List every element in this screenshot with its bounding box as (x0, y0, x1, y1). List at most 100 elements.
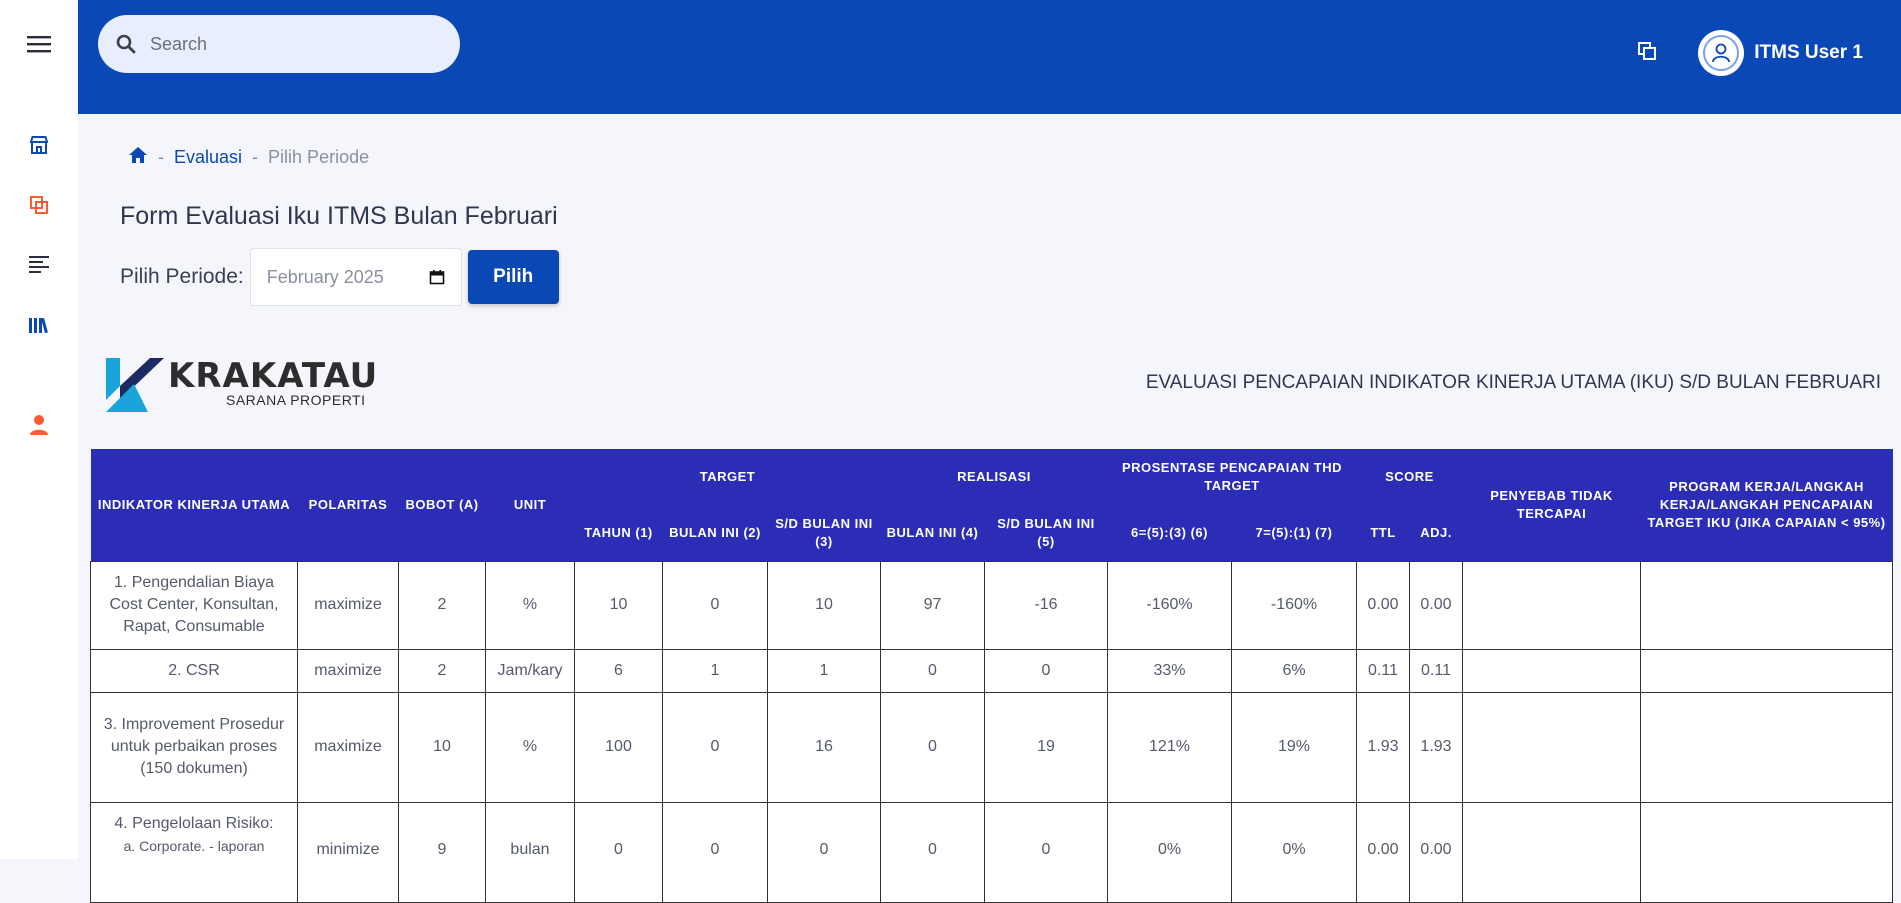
menu-icon[interactable] (25, 30, 53, 58)
th-realisasi-sd-bulan: S/D BULAN INI (5) (984, 505, 1108, 561)
cell-program[interactable] (1640, 691, 1893, 803)
cell-bobot: 2 (398, 560, 486, 650)
cell-score-ttl: 0.00 (1356, 560, 1410, 650)
periode-value: February 2025 (266, 266, 384, 287)
list-icon[interactable] (25, 250, 53, 278)
cell-score-ttl: 0.00 (1356, 801, 1410, 903)
th-score-ttl: TTL (1356, 505, 1410, 561)
home-icon[interactable] (128, 146, 148, 169)
th-target-bulan-ini: BULAN INI (2) (662, 505, 768, 561)
cell-unit: bulan (485, 801, 575, 903)
cell-realisasi-sd-bulan: 0 (984, 648, 1108, 693)
search-placeholder: Search (150, 33, 208, 54)
th-program: PROGRAM KERJA/LANGKAH KERJA/LANGKAH PENC… (1640, 449, 1893, 561)
cell-polaritas: maximize (297, 560, 399, 650)
th-target: TARGET (574, 449, 881, 505)
store-icon[interactable] (25, 131, 53, 159)
logo-sub-text: SARANA PROPERTI (226, 392, 366, 408)
th-target-sd-bulan: S/D BULAN INI (3) (767, 505, 881, 561)
breadcrumb: - Evaluasi - Pilih Periode (128, 146, 369, 169)
cell-penyebab[interactable] (1462, 648, 1641, 693)
cell-indikator: 3. Improvement Prosedur untuk perbaikan … (90, 691, 298, 803)
cell-tahun: 6 (574, 648, 663, 693)
sidebar (0, 0, 78, 859)
table-row: 4. Pengelolaan Risiko: a. Corporate. - l… (90, 801, 1893, 903)
th-score: SCORE (1356, 449, 1463, 505)
cell-bobot: 2 (398, 648, 486, 693)
cell-tahun: 100 (574, 691, 663, 803)
th-prosentase-7: 7=(5):(1) (7) (1231, 505, 1357, 561)
search-input[interactable]: Search (98, 15, 460, 73)
main-content: - Evaluasi - Pilih Periode Form Evaluasi… (78, 114, 1901, 903)
cell-bobot: 9 (398, 801, 486, 903)
cell-realisasi-bulan-ini: 97 (880, 560, 985, 650)
cell-bobot: 10 (398, 691, 486, 803)
library-icon[interactable] (25, 311, 53, 339)
username[interactable]: ITMS User 1 (1754, 42, 1863, 64)
cell-unit: % (485, 691, 575, 803)
cell-prosentase-6: 33% (1107, 648, 1232, 693)
th-indikator: INDIKATOR KINERJA UTAMA (90, 449, 298, 561)
th-realisasi-bulan-ini: BULAN INI (4) (880, 505, 985, 561)
th-realisasi: REALISASI (880, 449, 1108, 505)
cell-indikator: 1. Pengendalian Biaya Cost Center, Konsu… (90, 560, 298, 650)
cell-polaritas: maximize (297, 691, 399, 803)
cell-target-bulan-ini: 0 (662, 691, 768, 803)
cell-indikator-title: 4. Pengelolaan Risiko: (114, 814, 274, 832)
pilih-button[interactable]: Pilih (467, 250, 559, 304)
topbar: Search ITMS User 1 (78, 0, 1901, 114)
cell-score-adj: 0.00 (1409, 560, 1463, 650)
cell-penyebab[interactable] (1462, 560, 1641, 650)
cell-target-bulan-ini: 1 (662, 648, 768, 693)
cell-unit: Jam/kary (485, 648, 575, 693)
cell-prosentase-7: -160% (1231, 560, 1357, 650)
avatar[interactable] (1698, 30, 1745, 76)
th-prosentase: PROSENTASE PENCAPAIAN THD TARGET (1107, 449, 1357, 505)
th-penyebab: PENYEBAB TIDAK TERCAPAI (1462, 449, 1641, 561)
cell-target-sd-bulan: 10 (767, 560, 881, 650)
cell-target-sd-bulan: 0 (767, 801, 881, 903)
cell-score-ttl: 1.93 (1356, 691, 1410, 803)
cell-prosentase-6: 121% (1107, 691, 1232, 803)
cell-tahun: 10 (574, 560, 663, 650)
cell-penyebab[interactable] (1462, 801, 1641, 903)
window-switch-icon[interactable] (1636, 40, 1658, 67)
cell-prosentase-7: 19% (1231, 691, 1357, 803)
cell-prosentase-6: -160% (1107, 560, 1232, 650)
periode-label: Pilih Periode: (120, 265, 244, 288)
cell-polaritas: maximize (297, 648, 399, 693)
iku-table: INDIKATOR KINERJA UTAMA POLARITAS BOBOT … (90, 449, 1893, 903)
cell-program[interactable] (1640, 648, 1893, 693)
cell-indikator: 2. CSR (90, 648, 298, 693)
cell-realisasi-sd-bulan: 19 (984, 691, 1108, 803)
cell-target-sd-bulan: 1 (767, 648, 881, 693)
cell-realisasi-bulan-ini: 0 (880, 801, 985, 903)
copy-icon[interactable] (25, 191, 53, 219)
calendar-icon[interactable] (429, 269, 445, 285)
breadcrumb-current: Pilih Periode (268, 147, 370, 167)
cell-program[interactable] (1640, 560, 1893, 650)
cell-score-adj: 0.11 (1409, 648, 1463, 693)
table-row: 1. Pengendalian Biaya Cost Center, Konsu… (90, 560, 1893, 650)
th-score-adj: ADJ. (1409, 505, 1463, 561)
report-title: EVALUASI PENCAPAIAN INDIKATOR KINERJA UT… (1145, 372, 1881, 393)
th-polaritas: POLARITAS (297, 449, 399, 561)
table-row: 3. Improvement Prosedur untuk perbaikan … (90, 691, 1893, 803)
breadcrumb-evaluasi[interactable]: Evaluasi (174, 147, 242, 168)
cell-indikator: 4. Pengelolaan Risiko: a. Corporate. - l… (90, 801, 298, 903)
periode-month-input[interactable]: February 2025 (249, 248, 462, 306)
krakatau-logo-mark (106, 358, 164, 412)
user-icon[interactable] (25, 411, 53, 439)
cell-realisasi-sd-bulan: -16 (984, 560, 1108, 650)
breadcrumb-separator: - (158, 147, 164, 167)
cell-realisasi-bulan-ini: 0 (880, 691, 985, 803)
page-title: Form Evaluasi Iku ITMS Bulan Februari (120, 202, 558, 230)
cell-unit: % (485, 560, 575, 650)
search-icon (116, 34, 136, 54)
cell-prosentase-7: 6% (1231, 648, 1357, 693)
cell-score-adj: 1.93 (1409, 691, 1463, 803)
th-bobot: BOBOT (A) (398, 449, 486, 561)
cell-penyebab[interactable] (1462, 691, 1641, 803)
user-avatar-icon (1712, 43, 1731, 63)
cell-program[interactable] (1640, 801, 1893, 903)
